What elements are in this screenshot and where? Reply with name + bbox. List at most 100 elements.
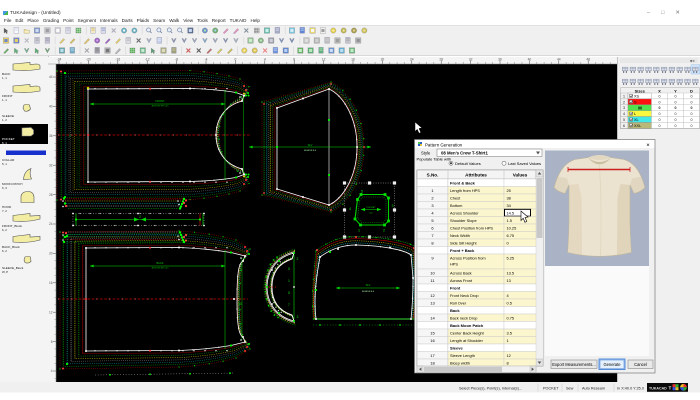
svg-text:-4: -4 <box>205 57 208 61</box>
svg-text:BACK: BACK <box>156 261 163 265</box>
svg-text:0: 0 <box>659 124 661 128</box>
svg-text:5, 1: 5, 1 <box>2 162 7 166</box>
svg-text:Sew: Sew <box>566 387 574 391</box>
svg-text:1, 2: 1, 2 <box>2 118 7 122</box>
svg-text:0: 0 <box>675 94 677 98</box>
svg-text:3: 3 <box>623 106 625 110</box>
svg-text:XL: XL <box>634 118 639 122</box>
svg-text:Auto Reseam: Auto Reseam <box>582 387 605 391</box>
svg-text:POCKET: POCKET <box>543 387 559 391</box>
svg-text:D: D <box>690 88 693 93</box>
svg-text:32: 32 <box>469 57 473 61</box>
svg-text:Y: Y <box>674 88 677 93</box>
svg-text:7, 2: 7, 2 <box>2 209 7 213</box>
svg-text:0: 0 <box>675 124 677 128</box>
svg-text:-20: -20 <box>86 57 91 61</box>
svg-text:2: 2 <box>383 229 385 233</box>
svg-text:2: 2 <box>139 215 141 219</box>
svg-text:T: T <box>669 386 672 391</box>
svg-text:0: 0 <box>675 112 677 116</box>
svg-text:16: 16 <box>351 57 355 61</box>
svg-text:ACROSS BK 5.25: ACROSS BK 5.25 <box>152 267 170 270</box>
svg-text:0: 0 <box>659 94 661 98</box>
svg-text:FRONT: FRONT <box>156 99 165 103</box>
svg-text:6, 2: 6, 2 <box>2 249 7 253</box>
svg-text:0: 0 <box>691 118 693 122</box>
svg-text:4: 4 <box>51 369 53 373</box>
svg-text:28: 28 <box>49 193 53 197</box>
svg-text:4: 4 <box>349 207 351 211</box>
svg-text:XS: XS <box>634 95 640 99</box>
svg-text:36: 36 <box>498 57 502 61</box>
svg-text:6, 3: 6, 3 <box>2 186 7 190</box>
svg-text:SLEEVE 8.0: SLEEVE 8.0 <box>304 150 317 152</box>
svg-text:10: 10 <box>238 302 242 306</box>
svg-text:0: 0 <box>691 124 693 128</box>
svg-text:In X:40.0 Y:25.0: In X:40.0 Y:25.0 <box>617 387 644 391</box>
svg-text:0: 0 <box>675 118 677 122</box>
svg-text:20: 20 <box>49 252 53 256</box>
svg-text:1, 1: 1, 1 <box>2 98 7 102</box>
svg-text:6, 2: 6, 2 <box>2 228 7 232</box>
svg-text:28: 28 <box>439 57 443 61</box>
svg-text:4: 4 <box>264 57 266 61</box>
svg-text:12: 12 <box>322 57 326 61</box>
svg-text:SLEEVE 8.0: SLEEVE 8.0 <box>362 291 375 293</box>
svg-text:4: 4 <box>623 112 625 116</box>
svg-text:5: 5 <box>623 118 625 122</box>
svg-text:0: 0 <box>691 112 693 116</box>
svg-text:32: 32 <box>49 163 53 167</box>
svg-text:L: L <box>634 112 636 116</box>
svg-text:-24: -24 <box>57 57 62 61</box>
svg-text:7: 7 <box>288 303 290 307</box>
svg-text:1: 1 <box>623 94 625 98</box>
svg-text:1: 1 <box>69 134 71 138</box>
svg-text:S: S <box>634 100 637 104</box>
svg-text:Cancel: Cancel <box>634 362 647 367</box>
svg-text:0: 0 <box>659 100 661 104</box>
svg-text:✕: ✕ <box>646 143 650 148</box>
svg-text:24: 24 <box>410 57 414 61</box>
svg-text:44: 44 <box>557 57 561 61</box>
svg-text:24: 24 <box>49 222 53 226</box>
svg-text:0: 0 <box>659 118 661 122</box>
svg-text:6, 1: 6, 1 <box>2 141 7 145</box>
svg-text:X: X <box>658 88 661 93</box>
svg-text:SLV: SLV <box>308 143 313 147</box>
svg-text:48: 48 <box>586 57 590 61</box>
svg-text:8: 8 <box>51 340 53 344</box>
svg-text:-8: -8 <box>175 57 178 61</box>
svg-text:1: 1 <box>358 229 360 233</box>
svg-text:Sizes: Sizes <box>635 88 646 93</box>
svg-text:12: 12 <box>49 310 53 314</box>
svg-text:POCKET: POCKET <box>367 207 377 209</box>
svg-text:20: 20 <box>381 57 385 61</box>
svg-text:Select Piece(s), Point(s), Int: Select Piece(s), Point(s), Internal(s)..… <box>459 387 522 391</box>
svg-text:0: 0 <box>675 106 677 110</box>
svg-text:TUKACAD: TUKACAD <box>649 386 667 390</box>
svg-text:0: 0 <box>659 112 661 116</box>
svg-text:-12: -12 <box>145 57 150 61</box>
svg-text:0: 0 <box>691 106 693 110</box>
svg-text:44: 44 <box>49 75 53 79</box>
svg-text:0: 0 <box>675 100 677 104</box>
svg-text:-16: -16 <box>115 57 120 61</box>
svg-text:5: 5 <box>288 291 290 295</box>
svg-text:5: 5 <box>288 267 290 271</box>
svg-text:▾×: ▾× <box>690 59 695 64</box>
svg-text:0: 0 <box>234 57 236 61</box>
svg-text:6: 6 <box>623 124 625 128</box>
svg-text:36: 36 <box>49 134 53 138</box>
svg-text:2: 2 <box>623 100 625 104</box>
svg-text:3: 3 <box>297 315 299 319</box>
svg-text:3: 3 <box>392 204 394 208</box>
svg-text:0: 0 <box>659 106 661 110</box>
svg-text:1, 1: 1, 1 <box>2 76 7 80</box>
svg-text:XXL: XXL <box>634 124 641 128</box>
svg-text:5: 5 <box>361 190 363 194</box>
svg-text:8: 8 <box>293 57 295 61</box>
svg-text:40: 40 <box>49 105 53 109</box>
svg-text:16: 16 <box>49 281 53 285</box>
svg-text:2: 2 <box>297 257 299 261</box>
svg-text:M: M <box>638 105 642 110</box>
